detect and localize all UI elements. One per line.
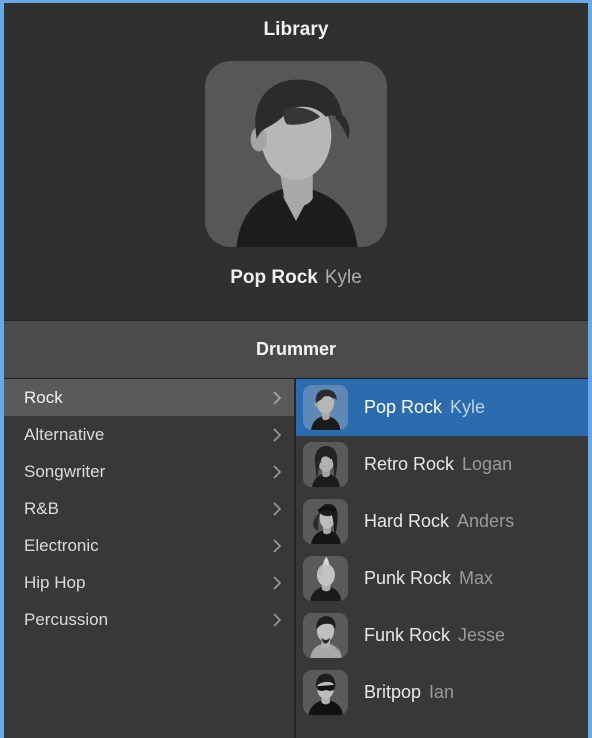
category-label: Hip Hop	[24, 572, 86, 592]
drummer-header: Drummer	[4, 320, 588, 378]
patch-artist: Anders	[457, 511, 515, 531]
patch-name: Pop Rock	[364, 397, 443, 417]
category-item-electronic[interactable]: Electronic	[4, 527, 294, 564]
patch-artist: Kyle	[450, 397, 486, 417]
chevron-right-icon	[272, 501, 282, 517]
category-label: Songwriter	[24, 461, 106, 481]
category-item-songwriter[interactable]: Songwriter	[4, 453, 294, 490]
patch-item-pop-rock[interactable]: Pop Rock Kyle	[296, 379, 588, 436]
patch-artist: Logan	[462, 454, 513, 474]
patch-name: Funk Rock	[364, 625, 451, 645]
category-label: Alternative	[24, 424, 105, 444]
patch-name: Punk Rock	[364, 568, 452, 588]
chevron-right-icon	[272, 538, 282, 554]
patch-item-retro-rock[interactable]: Retro Rock Logan	[296, 436, 588, 493]
chevron-right-icon	[272, 575, 282, 591]
patch-name: Britpop	[364, 682, 422, 702]
browser: Rock Alternative Songwriter R&B Electron…	[4, 378, 588, 738]
patch-label: Britpop Ian	[364, 682, 454, 703]
library-title: Library	[263, 18, 329, 40]
category-list[interactable]: Rock Alternative Songwriter R&B Electron…	[4, 379, 296, 738]
patch-label: Hard Rock Anders	[364, 511, 514, 532]
category-label: Electronic	[24, 535, 99, 555]
patch-item-funk-rock[interactable]: Funk Rock Jesse	[296, 607, 588, 664]
category-label: R&B	[24, 498, 59, 518]
avatar-funk-rock-jesse-icon	[303, 613, 348, 658]
chevron-right-icon	[272, 464, 282, 480]
patch-label: Pop Rock Kyle	[364, 397, 485, 418]
preview-panel: Pop Rock Kyle	[4, 56, 588, 320]
avatar-punk-rock-max-icon	[303, 556, 348, 601]
category-label: Percussion	[24, 609, 109, 629]
chevron-right-icon	[272, 612, 282, 628]
patch-list[interactable]: Pop Rock Kyle Retro Rock Logan Hard Rock…	[296, 379, 588, 738]
patch-label: Punk Rock Max	[364, 568, 493, 589]
preview-artist-name: Kyle	[324, 267, 362, 288]
patch-item-punk-rock[interactable]: Punk Rock Max	[296, 550, 588, 607]
avatar-retro-rock-logan-icon	[303, 442, 348, 487]
category-item-rnb[interactable]: R&B	[4, 490, 294, 527]
patch-label: Retro Rock Logan	[364, 454, 512, 475]
chevron-right-icon	[272, 390, 282, 406]
patch-artist: Jesse	[458, 625, 506, 645]
category-item-alternative[interactable]: Alternative	[4, 416, 294, 453]
patch-label: Funk Rock Jesse	[364, 625, 505, 646]
library-window: Library Pop Rock Kyle Drummer Rock Alter…	[0, 0, 592, 738]
patch-name: Retro Rock	[364, 454, 455, 474]
category-item-percussion[interactable]: Percussion	[4, 601, 294, 638]
preview-patch-name: Pop Rock	[230, 267, 318, 288]
category-item-hip-hop[interactable]: Hip Hop	[4, 564, 294, 601]
category-label: Rock	[24, 387, 63, 407]
drummer-title: Drummer	[255, 339, 337, 359]
patch-name: Hard Rock	[364, 511, 450, 531]
patch-artist: Ian	[429, 682, 455, 702]
patch-item-hard-rock[interactable]: Hard Rock Anders	[296, 493, 588, 550]
avatar-hard-rock-anders-icon	[303, 499, 348, 544]
category-item-rock[interactable]: Rock	[4, 379, 294, 416]
patch-artist: Max	[459, 568, 494, 588]
library-header: Library	[4, 3, 588, 56]
patch-item-britpop[interactable]: Britpop Ian	[296, 664, 588, 721]
chevron-right-icon	[272, 427, 282, 443]
avatar-pop-rock-kyle-icon	[303, 385, 348, 430]
avatar-britpop-ian-icon	[303, 670, 348, 715]
preview-label: Pop Rock Kyle	[230, 267, 362, 289]
preview-avatar	[205, 61, 387, 247]
